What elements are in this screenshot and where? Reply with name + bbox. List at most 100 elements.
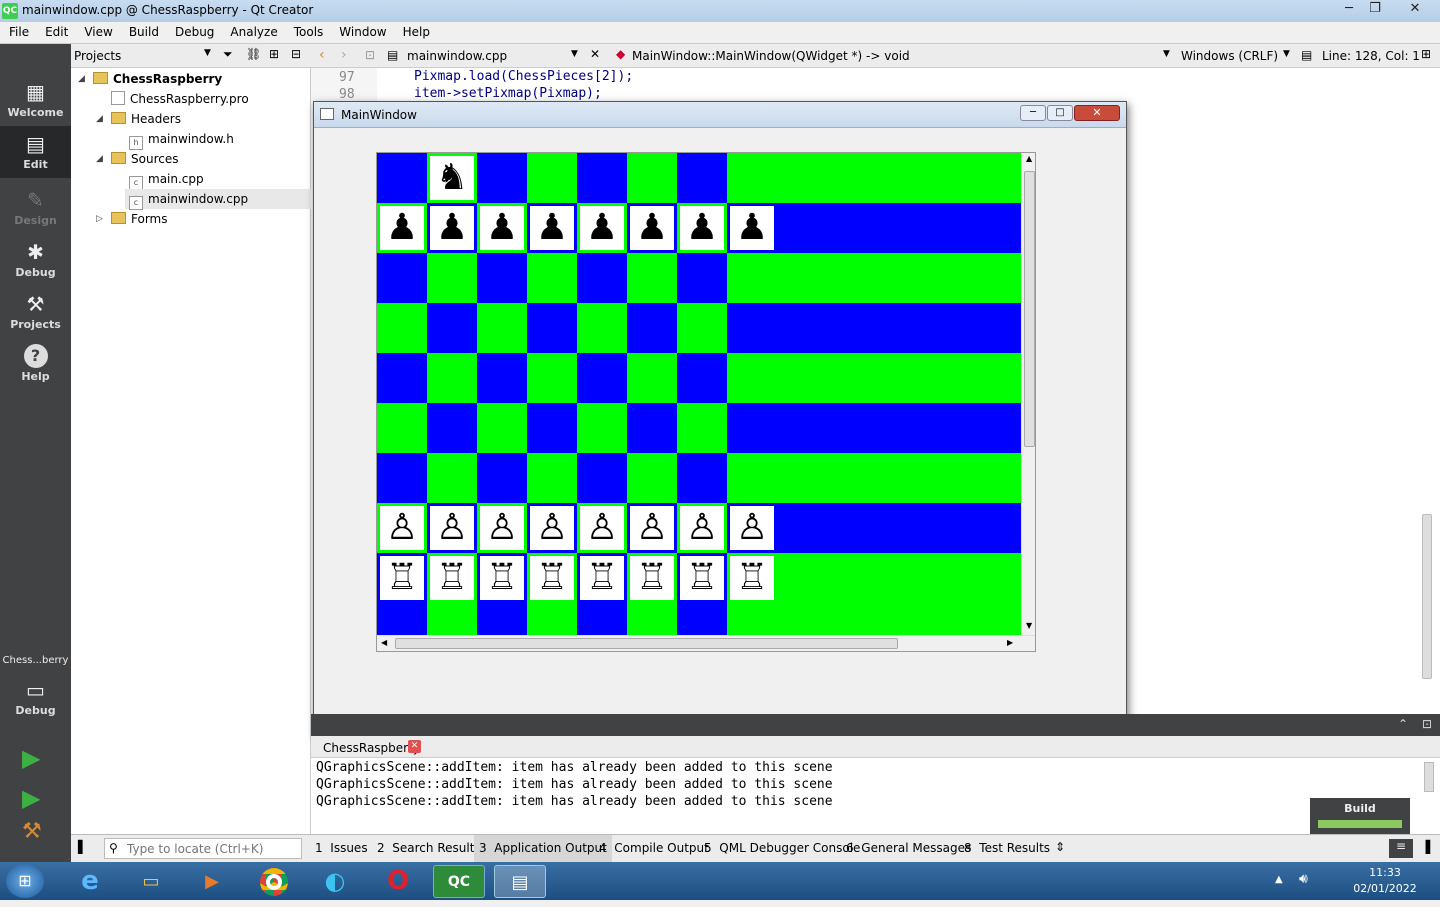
board-horizontal-scrollbar[interactable]: ◀ ▶ — [377, 635, 1035, 651]
board-square[interactable] — [627, 153, 677, 203]
mode-debug[interactable]: ✱ Debug — [0, 234, 71, 286]
tree-item-pro[interactable]: ChessRaspberry.pro — [111, 89, 249, 109]
scroll-down-icon[interactable]: ▼ — [1026, 621, 1032, 630]
toggle-sidebar-icon[interactable]: ▌ — [78, 840, 87, 854]
chess-piece[interactable]: ♖ — [480, 556, 524, 600]
split-icon[interactable]: ⊞ — [269, 47, 279, 61]
board-square[interactable] — [427, 403, 477, 453]
board-square[interactable] — [377, 453, 427, 503]
chevron-down-icon[interactable]: ▼ — [1283, 49, 1290, 59]
tree-item-main-cpp[interactable]: c main.cpp — [129, 169, 204, 190]
code-line[interactable]: Pixmap.load(ChessPieces[2]); — [414, 69, 633, 84]
board-square[interactable] — [577, 353, 627, 403]
chess-piece[interactable]: ♟ — [730, 206, 774, 250]
chess-piece[interactable]: ♟ — [480, 206, 524, 250]
output-scrollbar-thumb[interactable] — [1424, 762, 1434, 792]
scroll-left-icon[interactable]: ◀ — [381, 638, 387, 647]
maximize-icon[interactable]: ❐ — [1362, 0, 1388, 20]
menu-analyze[interactable]: Analyze — [221, 22, 284, 39]
board-square[interactable] — [677, 253, 727, 303]
chess-piece[interactable]: ♙ — [580, 506, 624, 550]
chess-piece[interactable]: ♟ — [380, 206, 424, 250]
media-player-icon[interactable]: ▶ — [186, 865, 238, 898]
board-square[interactable] — [727, 153, 1021, 203]
board-square[interactable] — [527, 403, 577, 453]
chess-board-view[interactable]: ♞ ♟ ♟ ♟ ♟ ♟ ♟ ♟ ♟ ♙ ♙ ♙ ♙ ♙ ♙ ♙ ♙ ♖ ♖ ♖ ♖ ♖ ♖ ♖ ♖ ▲ ▼ ◀ ▶ — [376, 152, 1036, 652]
board-square[interactable] — [477, 453, 527, 503]
board-square[interactable] — [677, 153, 727, 203]
start-button[interactable]: ⊞ — [6, 864, 44, 898]
volume-icon[interactable]: 🔊︎ — [1299, 871, 1308, 887]
board-square[interactable] — [627, 353, 677, 403]
chess-piece[interactable]: ♖ — [730, 556, 774, 600]
board-square[interactable] — [577, 453, 627, 503]
chess-piece[interactable]: ♟ — [530, 206, 574, 250]
board-vertical-scrollbar[interactable]: ▲ ▼ — [1021, 153, 1035, 635]
explorer-icon[interactable]: ▭ — [125, 865, 177, 898]
scroll-up-icon[interactable]: ▲ — [1026, 154, 1032, 163]
board-square[interactable] — [577, 303, 627, 353]
mode-design[interactable]: ✎ Design — [0, 182, 71, 234]
mode-help[interactable]: ? Help — [0, 338, 71, 390]
tree-item-mainwindow-h[interactable]: h mainwindow.h — [129, 129, 234, 150]
tree-item-mainwindow-cpp[interactable]: c mainwindow.cpp — [125, 189, 311, 210]
menu-file[interactable]: File — [0, 22, 36, 39]
board-square[interactable] — [677, 353, 727, 403]
board-square[interactable] — [377, 153, 427, 203]
chess-piece[interactable]: ♖ — [680, 556, 724, 600]
board-square[interactable] — [527, 153, 577, 203]
forward-icon[interactable]: › — [341, 47, 347, 63]
app-minimize-icon[interactable]: ─ — [1020, 105, 1046, 121]
collapsed-arrow-icon[interactable]: ▷ — [96, 214, 103, 224]
tree-item-root[interactable]: ChessRaspberry — [93, 69, 222, 89]
board-square[interactable] — [477, 153, 527, 203]
board-square[interactable] — [677, 453, 727, 503]
menu-window[interactable]: Window — [330, 22, 393, 39]
tab-application-output[interactable]: 3 Application Output — [474, 835, 612, 862]
board-square[interactable] — [627, 453, 677, 503]
filter-icon[interactable]: ⏷ — [223, 47, 233, 62]
mode-projects[interactable]: ⚒ Projects — [0, 286, 71, 338]
close-file-icon[interactable]: ✕ — [590, 47, 600, 61]
tree-item-headers[interactable]: Headers — [111, 109, 181, 129]
symbol-select[interactable]: MainWindow::MainWindow(QWidget *) -> voi… — [632, 49, 910, 63]
tab-search-results[interactable]: 2 Search Results — [377, 841, 481, 855]
output-tab-app[interactable]: ChessRaspberry — [323, 741, 420, 755]
line-ending-select[interactable]: Windows (CRLF) — [1181, 49, 1278, 63]
board-square[interactable] — [427, 253, 477, 303]
board-square[interactable] — [727, 253, 1021, 303]
ie-icon[interactable]: e — [64, 865, 116, 898]
chess-piece[interactable]: ♖ — [530, 556, 574, 600]
qtcreator-taskbar-icon[interactable]: QC — [433, 865, 485, 898]
close-tab-icon[interactable]: ✕ — [408, 740, 421, 753]
run-icon[interactable]: ▶ — [22, 744, 40, 772]
debug-run-icon[interactable]: ▶ — [22, 784, 40, 812]
close-pane-icon[interactable]: ⊡ — [1422, 717, 1432, 731]
back-icon[interactable]: ‹ — [319, 47, 325, 63]
chess-piece[interactable]: ♟ — [680, 206, 724, 250]
edge-icon[interactable]: ◐ — [309, 865, 361, 898]
vertical-scroll-thumb[interactable] — [1024, 171, 1035, 447]
board-square[interactable] — [627, 253, 677, 303]
app-window-taskbar-icon[interactable]: ▤ — [494, 865, 546, 898]
clock[interactable]: 11:33 02/01/2022 — [1346, 865, 1424, 897]
expand-arrow-icon[interactable]: ◢ — [96, 114, 103, 124]
board-square[interactable] — [527, 353, 577, 403]
hammer-icon[interactable]: ⚒ — [22, 819, 42, 844]
chess-piece[interactable]: ♟ — [630, 206, 674, 250]
expand-arrow-icon[interactable]: ◢ — [78, 74, 85, 84]
chrome-icon[interactable] — [248, 865, 300, 898]
close-icon[interactable]: ✕ — [1400, 0, 1430, 20]
board-square[interactable] — [577, 153, 627, 203]
board-square[interactable] — [477, 403, 527, 453]
board-square[interactable] — [377, 303, 427, 353]
chess-piece[interactable]: ♟ — [430, 206, 474, 250]
chess-piece[interactable]: ♖ — [630, 556, 674, 600]
editor-scrollbar-thumb[interactable] — [1422, 514, 1432, 679]
cursor-position[interactable]: Line: 128, Col: 1 — [1322, 49, 1420, 63]
board-square[interactable] — [477, 253, 527, 303]
chess-piece[interactable]: ♙ — [430, 506, 474, 550]
chevron-down-icon[interactable]: ▼ — [204, 48, 211, 58]
board-square[interactable] — [627, 303, 677, 353]
progress-details-icon[interactable]: ≡ — [1389, 839, 1413, 858]
